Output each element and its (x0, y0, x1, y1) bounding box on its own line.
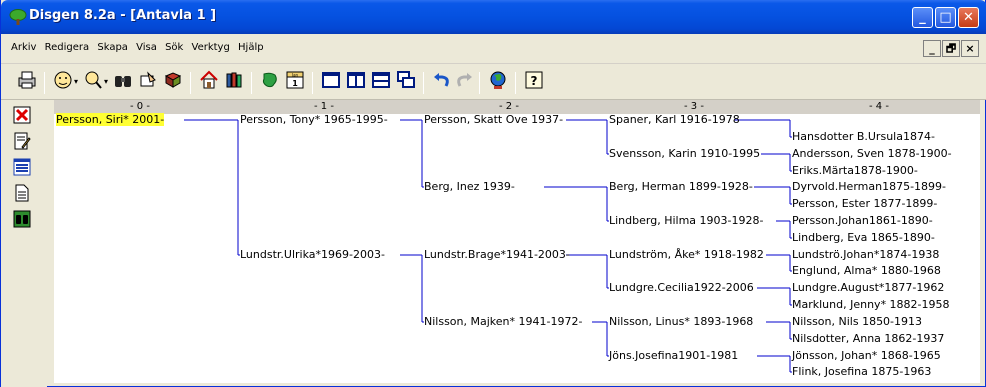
person-node[interactable]: Persson, Skatt Ove 1937- (424, 113, 563, 126)
person-root[interactable]: Persson, Siri* 2001- (56, 113, 165, 126)
map-icon[interactable] (258, 70, 282, 94)
home-icon[interactable] (197, 70, 221, 94)
search-dropdown-icon[interactable]: ▾ (101, 70, 111, 94)
menu-verktyg[interactable]: Verktyg (192, 42, 230, 53)
person-node[interactable]: Nilsson, Nils 1850-1913 (792, 315, 922, 328)
edit-icon[interactable] (12, 132, 32, 152)
svg-text:1: 1 (292, 79, 298, 88)
globe-icon[interactable] (486, 70, 510, 94)
delete-icon[interactable] (12, 106, 32, 126)
mdi-close-button[interactable]: × (961, 40, 979, 57)
person-node[interactable]: Englund, Alma* 1880-1968 (792, 264, 941, 277)
person-node[interactable]: Svensson, Karin 1910-1995 (609, 147, 760, 160)
person-node[interactable]: Nilsdotter, Anna 1862-1937 (792, 332, 944, 345)
help-icon[interactable]: ? (522, 70, 546, 94)
person-node[interactable]: Jönsson, Johan* 1868-1965 (792, 349, 941, 362)
calendar-icon[interactable]: Jan 1 (283, 70, 307, 94)
menu-bar: Arkiv Redigera Skapa Visa Sök Verktyg Hj… (1, 34, 986, 64)
person-node[interactable]: Eriks.Märta1878-1900- (792, 164, 918, 177)
person-node[interactable]: Spaner, Karl 1916-1978 (609, 113, 740, 126)
left-toolbar (1, 100, 47, 387)
person-node[interactable]: Marklund, Jenny* 1882-1958 (792, 298, 950, 311)
person-node[interactable]: Flink, Josefina 1875-1963 (792, 365, 931, 378)
binoculars-icon[interactable] (111, 70, 135, 94)
redo-icon[interactable] (452, 70, 476, 94)
hand-icon[interactable] (136, 70, 160, 94)
menu-visa[interactable]: Visa (136, 42, 157, 53)
person-node[interactable]: Lundströ.Johan*1874-1938 (792, 248, 939, 261)
horizontal-pane-icon[interactable] (369, 70, 393, 94)
menu-redigera[interactable]: Redigera (45, 42, 90, 53)
person-node[interactable]: Lundstr.Brage*1941-2003- (424, 248, 570, 261)
person-node[interactable]: Jöns.Josefina1901-1981 (609, 349, 738, 362)
person-node[interactable]: Nilsson, Majken* 1941-1972- (424, 315, 582, 328)
person-node[interactable]: Lundström, Åke* 1918-1982 (609, 248, 764, 261)
maximize-button[interactable]: □ (935, 7, 956, 28)
books-icon[interactable] (222, 70, 246, 94)
person-node[interactable]: Andersson, Sven 1878-1900- (792, 147, 952, 160)
person-node[interactable]: Berg, Inez 1939- (424, 180, 515, 193)
person-node[interactable]: Nilsson, Linus* 1893-1968 (609, 315, 753, 328)
person-node[interactable]: Lindberg, Hilma 1903-1928- (609, 214, 763, 227)
person-node[interactable]: Lundstr.Ulrika*1969-2003- (240, 248, 385, 261)
binoculars-icon[interactable] (12, 210, 32, 230)
person-node[interactable]: Persson, Ester 1877-1899- (792, 197, 937, 210)
close-button[interactable]: ✕ (958, 7, 979, 28)
minimize-button[interactable]: _ (912, 7, 933, 28)
menu-arkiv[interactable]: Arkiv (11, 42, 36, 53)
ancestor-chart: - 0 - - 1 - - 2 - - 3 - - 4 - Persson, S… (54, 100, 980, 383)
menu-sok[interactable]: Sök (165, 42, 183, 53)
person-node[interactable]: Persson, Tony* 1965-1995- (240, 113, 388, 126)
single-pane-icon[interactable] (319, 70, 343, 94)
menu-hjalp[interactable]: Hjälp (238, 42, 264, 53)
book-icon[interactable] (161, 70, 185, 94)
menu-skapa[interactable]: Skapa (97, 42, 128, 53)
two-pane-icon[interactable] (344, 70, 368, 94)
person-node[interactable]: Lindberg, Eva 1865-1890- (792, 231, 935, 244)
person-node[interactable]: Berg, Herman 1899-1928- (609, 180, 753, 193)
title-bar[interactable]: Disgen 8.2a - [Antavla 1 ] _ □ ✕ (1, 0, 986, 34)
document-icon[interactable] (12, 184, 32, 204)
person-node[interactable]: Lundgre.Cecilia1922-2006 (609, 281, 754, 294)
person-dropdown-icon[interactable]: ▾ (71, 70, 81, 94)
person-node[interactable]: Dyrvold.Herman1875-1899- (792, 180, 946, 193)
mdi-minimize-button[interactable]: _ (923, 40, 941, 57)
list-icon[interactable] (12, 158, 32, 178)
mdi-restore-button[interactable]: 🗗 (942, 40, 960, 57)
tree-app-icon (9, 9, 27, 25)
cascade-icon[interactable] (394, 70, 418, 94)
person-node[interactable]: Persson.Johan1861-1890- (792, 214, 933, 227)
window-title: Disgen 8.2a - [Antavla 1 ] (29, 8, 217, 23)
toolbar: ▾ ▾ Jan 1 ? (1, 64, 986, 100)
application-window: Disgen 8.2a - [Antavla 1 ] _ □ ✕ Arkiv R… (0, 0, 986, 387)
person-node[interactable]: Hansdotter B.Ursula1874- (792, 130, 935, 143)
svg-text:Jan: Jan (291, 73, 299, 78)
svg-text:?: ? (531, 74, 538, 88)
person-node[interactable]: Lundgre.August*1877-1962 (792, 281, 944, 294)
print-icon[interactable] (15, 70, 39, 94)
undo-icon[interactable] (430, 70, 454, 94)
